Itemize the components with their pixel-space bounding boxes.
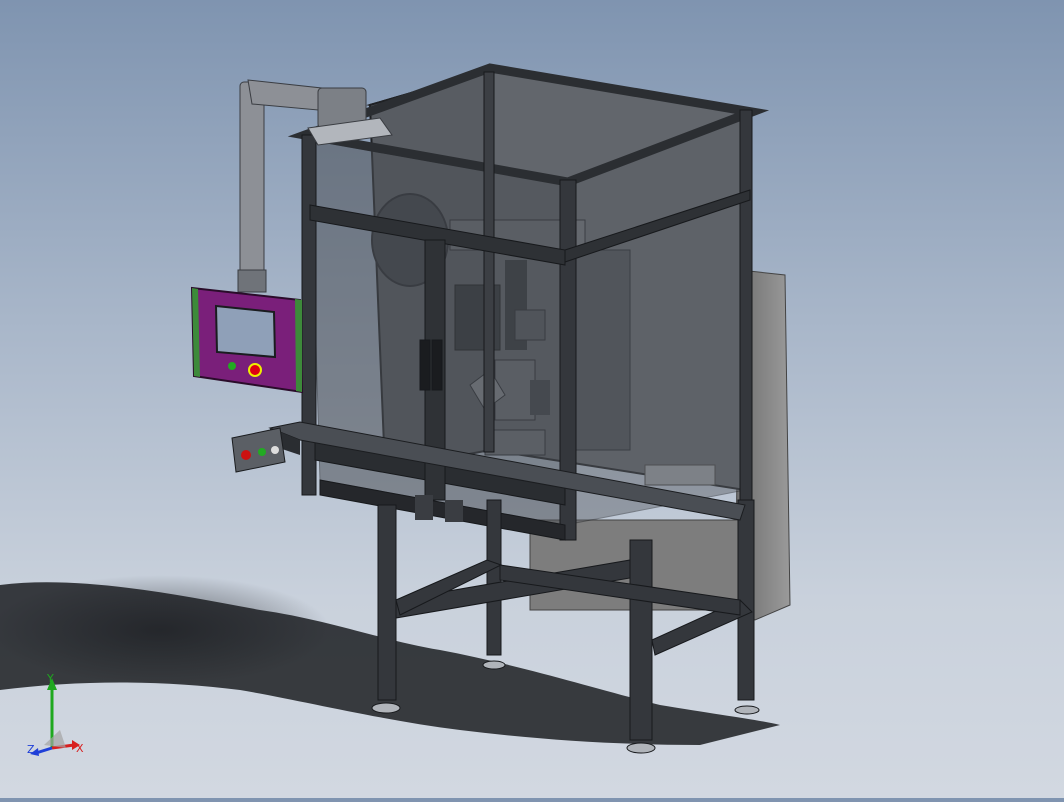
reset-button[interactable] <box>271 446 279 454</box>
hmi-emergency-stop[interactable] <box>248 363 262 377</box>
push-button-station[interactable] <box>231 427 286 473</box>
cad-model-view[interactable]: Y X Z <box>0 0 1064 798</box>
start-button[interactable] <box>241 450 251 460</box>
hmi-green-button[interactable] <box>228 362 236 370</box>
hmi-control-panel[interactable] <box>190 286 304 394</box>
stop-button[interactable] <box>258 448 266 456</box>
hmi-touch-screen[interactable] <box>214 304 277 359</box>
x-axis-label: X <box>76 742 84 755</box>
z-axis-label: Z <box>27 743 35 756</box>
3d-viewport[interactable]: Y X Z <box>0 0 1064 798</box>
y-axis-label: Y <box>46 672 54 685</box>
